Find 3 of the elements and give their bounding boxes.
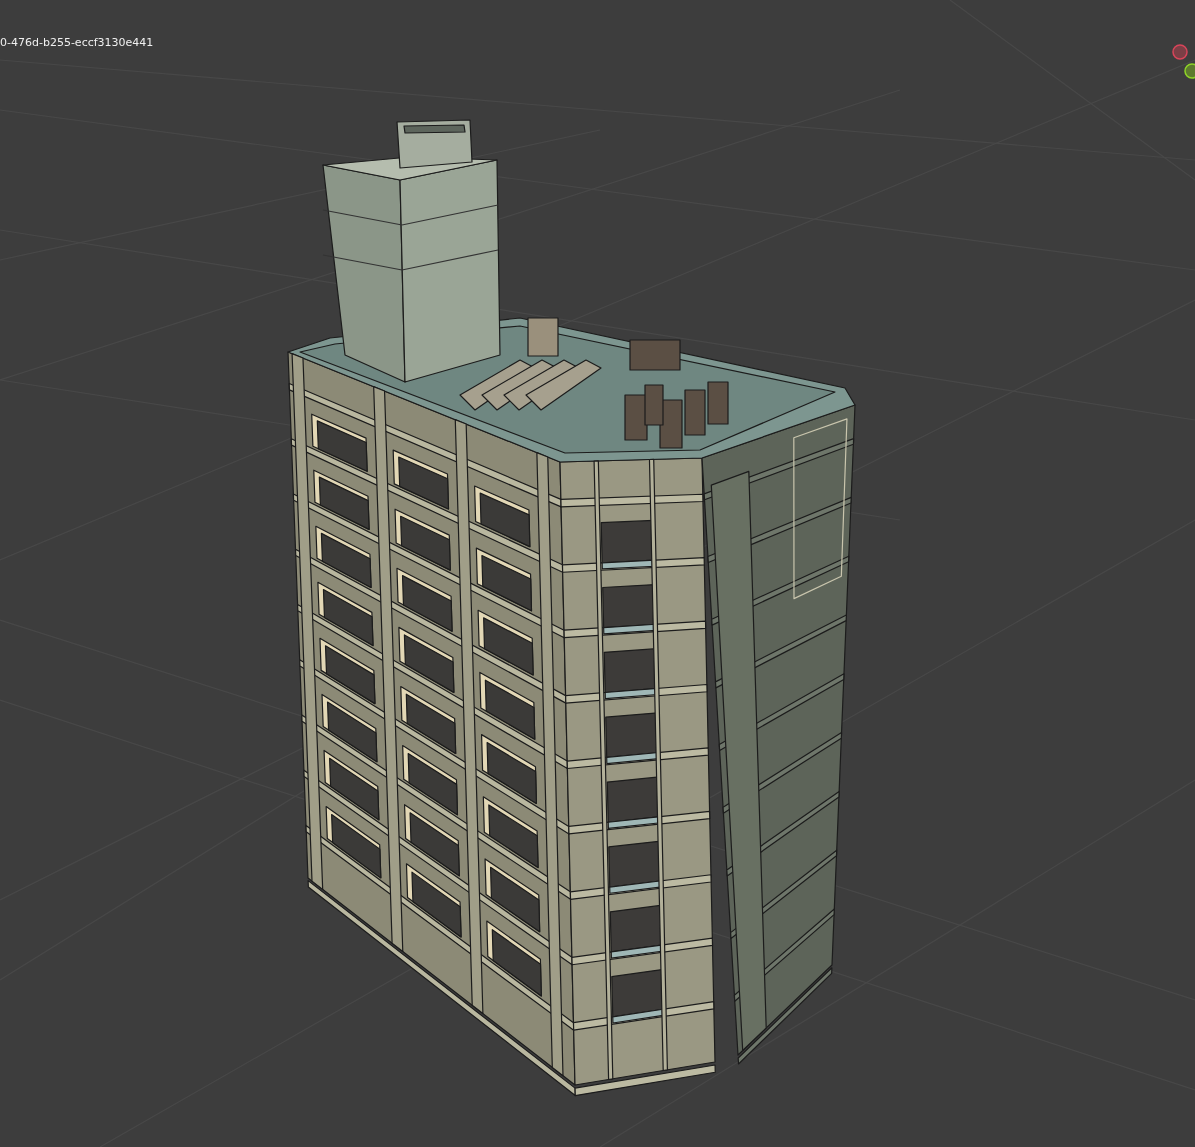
x-axis-gizmo-icon[interactable] [1172,44,1188,60]
y-axis-gizmo-icon[interactable] [1184,63,1195,79]
object-name-label: 0-476d-b255-eccf3130e441 [0,36,154,49]
